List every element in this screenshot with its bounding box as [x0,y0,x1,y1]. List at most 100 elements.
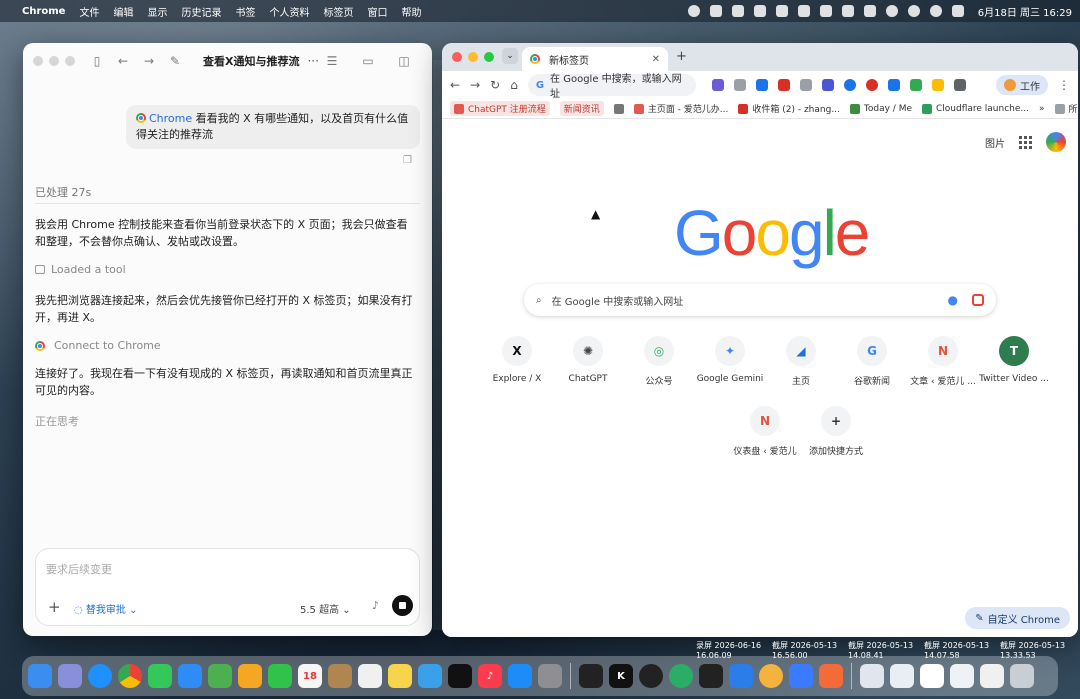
terminal-dock-icon[interactable] [579,664,603,688]
voice-search-icon[interactable]: ● [948,293,958,307]
shortcut-tile[interactable]: ◢ 主页 [766,336,836,387]
profile-button[interactable]: 工作 [996,75,1048,95]
google-search-box[interactable]: ⌕ 在 Google 中搜索或输入网址 ● [524,284,996,316]
address-bar[interactable]: G 在 Google 中搜索，或输入网址 [527,74,696,100]
home-icon[interactable]: ⌂ [510,78,518,92]
app-dock-icon[interactable] [819,664,843,688]
calendar-status-icon[interactable] [731,5,744,17]
bookmark-item[interactable]: 主页面 - 爱范儿办... [633,102,728,115]
chrome-window-controls[interactable] [452,52,494,62]
extension-icon[interactable] [755,79,768,91]
k-app-icon[interactable]: K [609,664,633,688]
settings-icon[interactable] [538,664,562,688]
extension-icon[interactable] [887,79,900,91]
split-view-icon[interactable]: ◫ [396,53,412,69]
all-bookmarks-button[interactable]: 所有书签 [1054,102,1078,115]
shortcut-tile[interactable]: T Twitter Video ... [979,336,1049,384]
tool-call-loaded[interactable]: Loaded a tool [35,263,126,276]
tab-new-tab[interactable]: 新标签页 ✕ [522,47,668,71]
list-icon[interactable]: ☰ [324,53,340,69]
maps-icon[interactable] [208,664,232,688]
freeform-icon[interactable] [418,664,442,688]
menu-app-name[interactable]: Chrome [22,6,65,17]
camera-icon[interactable] [799,79,812,91]
recent-file-icon[interactable] [950,664,974,688]
bookmarks-overflow-icon[interactable]: » [1039,104,1045,114]
google-apps-icon[interactable] [1019,135,1032,149]
menu-edit[interactable]: 编辑 [113,4,133,19]
kebab-menu-icon[interactable]: ⋮ [1058,78,1070,92]
menu-profiles[interactable]: 个人资料 [269,4,309,19]
chrome-dock-icon[interactable] [118,664,142,688]
wechat-status-icon[interactable] [775,5,788,17]
add-shortcut-tile[interactable]: + 添加快捷方式 [801,406,871,457]
k-status-icon[interactable] [797,5,810,17]
recent-file-icon[interactable] [920,664,944,688]
bookmark-apps[interactable] [613,103,624,114]
menu-view[interactable]: 显示 [147,4,167,19]
image-status-icon[interactable] [819,5,832,17]
reminders-icon[interactable] [358,664,382,688]
extension-icon[interactable] [711,79,724,91]
shortcut-tile[interactable]: ◎ 公众号 [624,336,694,387]
recent-file-icon[interactable] [980,664,1004,688]
menu-history[interactable]: 历史记录 [181,4,221,19]
app-dock-icon[interactable] [789,664,813,688]
copy-icon[interactable]: ❐ [403,155,412,166]
account-avatar[interactable] [1046,132,1066,152]
extension-icon[interactable] [733,79,746,91]
music-icon[interactable]: ♪ [478,664,502,688]
customize-chrome-button[interactable]: ✎ 自定义 Chrome [965,607,1070,629]
microphone-icon[interactable]: ♪ [372,599,379,612]
menu-help[interactable]: 帮助 [401,4,421,19]
extension-icon[interactable] [821,79,834,91]
facetime-icon[interactable] [268,664,292,688]
wechat-dock-icon[interactable] [669,664,693,688]
extension-icon[interactable] [909,79,922,91]
bookmark-item[interactable]: Today / Me [849,103,912,114]
shortcut-tile[interactable]: N 文章 ‹ 爱范儿 ... [908,336,978,387]
lens-icon[interactable] [972,294,984,306]
recent-file-icon[interactable] [860,664,884,688]
trash-icon[interactable] [1010,664,1034,688]
recent-file-icon[interactable] [890,664,914,688]
extension-icon[interactable] [843,79,856,91]
chrome-mention[interactable]: Chrome [149,112,192,125]
speed-status-icon[interactable] [885,5,898,17]
stop-button[interactable] [392,595,413,616]
messages-icon[interactable] [148,664,172,688]
mail-icon[interactable] [178,664,202,688]
forward-icon[interactable]: → [470,78,480,92]
shortcut-tile[interactable]: X Explore / X [482,336,552,384]
apple-tv-icon[interactable] [448,664,472,688]
calendar-icon[interactable]: 18 [298,664,322,688]
wifi-icon[interactable] [907,5,920,17]
p-status-icon[interactable] [841,5,854,17]
processed-duration[interactable]: 已处理 27s [35,184,91,200]
shortcut-tile[interactable]: N 仪表盘 ‹ 爱范儿 [730,406,800,457]
shortcut-tile[interactable]: G 谷歌新闻 [837,336,907,387]
panel-window-controls[interactable] [33,56,75,66]
bookmark-item[interactable]: 收件箱 (2) - zhang... [738,102,840,115]
sidebar-toggle-icon[interactable]: ▯ [89,53,105,69]
puzzle-icon[interactable] [953,79,966,91]
notes-icon[interactable] [388,664,412,688]
tab-search-icon[interactable]: ⌄ [502,48,518,64]
extension-icon[interactable] [931,79,944,91]
new-tab-icon[interactable]: + [676,49,687,64]
codex-icon[interactable] [699,664,723,688]
new-chat-icon[interactable]: ✎ [167,53,183,69]
shortcut-tile[interactable]: ✺ ChatGPT [553,336,623,384]
menu-bookmarks[interactable]: 书签 [235,4,255,19]
add-attachment-icon[interactable]: + [48,598,61,616]
extension-icon[interactable] [777,79,790,91]
app-store-icon[interactable] [508,664,532,688]
search-icon[interactable] [929,5,942,17]
photos-icon[interactable] [238,664,262,688]
bookmark-item[interactable]: 新闻资讯 [559,101,604,116]
safari-icon[interactable] [88,664,112,688]
menu-tabs[interactable]: 标签页 [323,4,353,19]
menu-file[interactable]: 文件 [79,4,99,19]
reload-icon[interactable]: ↻ [490,78,500,92]
more-options-icon[interactable]: ··· [307,54,318,68]
